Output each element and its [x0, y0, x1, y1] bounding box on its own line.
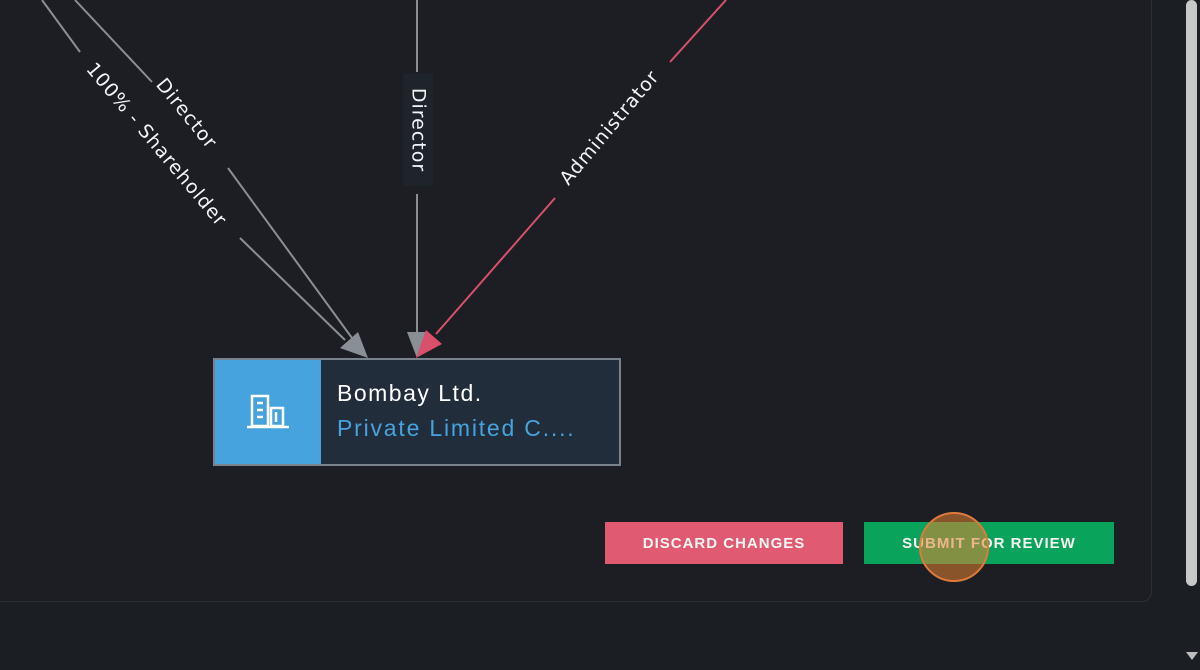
submit-for-review-button[interactable]: SUBMIT FOR REVIEW — [864, 522, 1114, 564]
node-icon-box — [215, 360, 321, 464]
company-node[interactable]: Bombay Ltd. Private Limited C.... — [213, 358, 621, 466]
edge-label-text: Administrator — [555, 66, 663, 189]
node-text: Bombay Ltd. Private Limited C.... — [321, 360, 575, 464]
building-icon — [247, 394, 289, 429]
scroll-down-arrow-icon[interactable] — [1186, 652, 1198, 660]
node-name: Bombay Ltd. — [337, 380, 483, 406]
edge-label-text: Director — [408, 88, 430, 172]
relationship-graph: Director 100% - Shareholder Director Adm… — [41, 0, 727, 358]
edge-director-left[interactable] — [74, 0, 368, 358]
edge-label-administrator: Administrator — [549, 59, 671, 197]
scrollbar-thumb[interactable] — [1186, 0, 1197, 586]
page: Director 100% - Shareholder Director Adm… — [0, 0, 1200, 670]
node-type: Private Limited C.... — [337, 415, 576, 441]
vertical-scrollbar[interactable] — [1182, 0, 1200, 670]
discard-changes-button[interactable]: DISCARD CHANGES — [605, 522, 843, 564]
edge-label-director-center: Director — [403, 74, 433, 186]
